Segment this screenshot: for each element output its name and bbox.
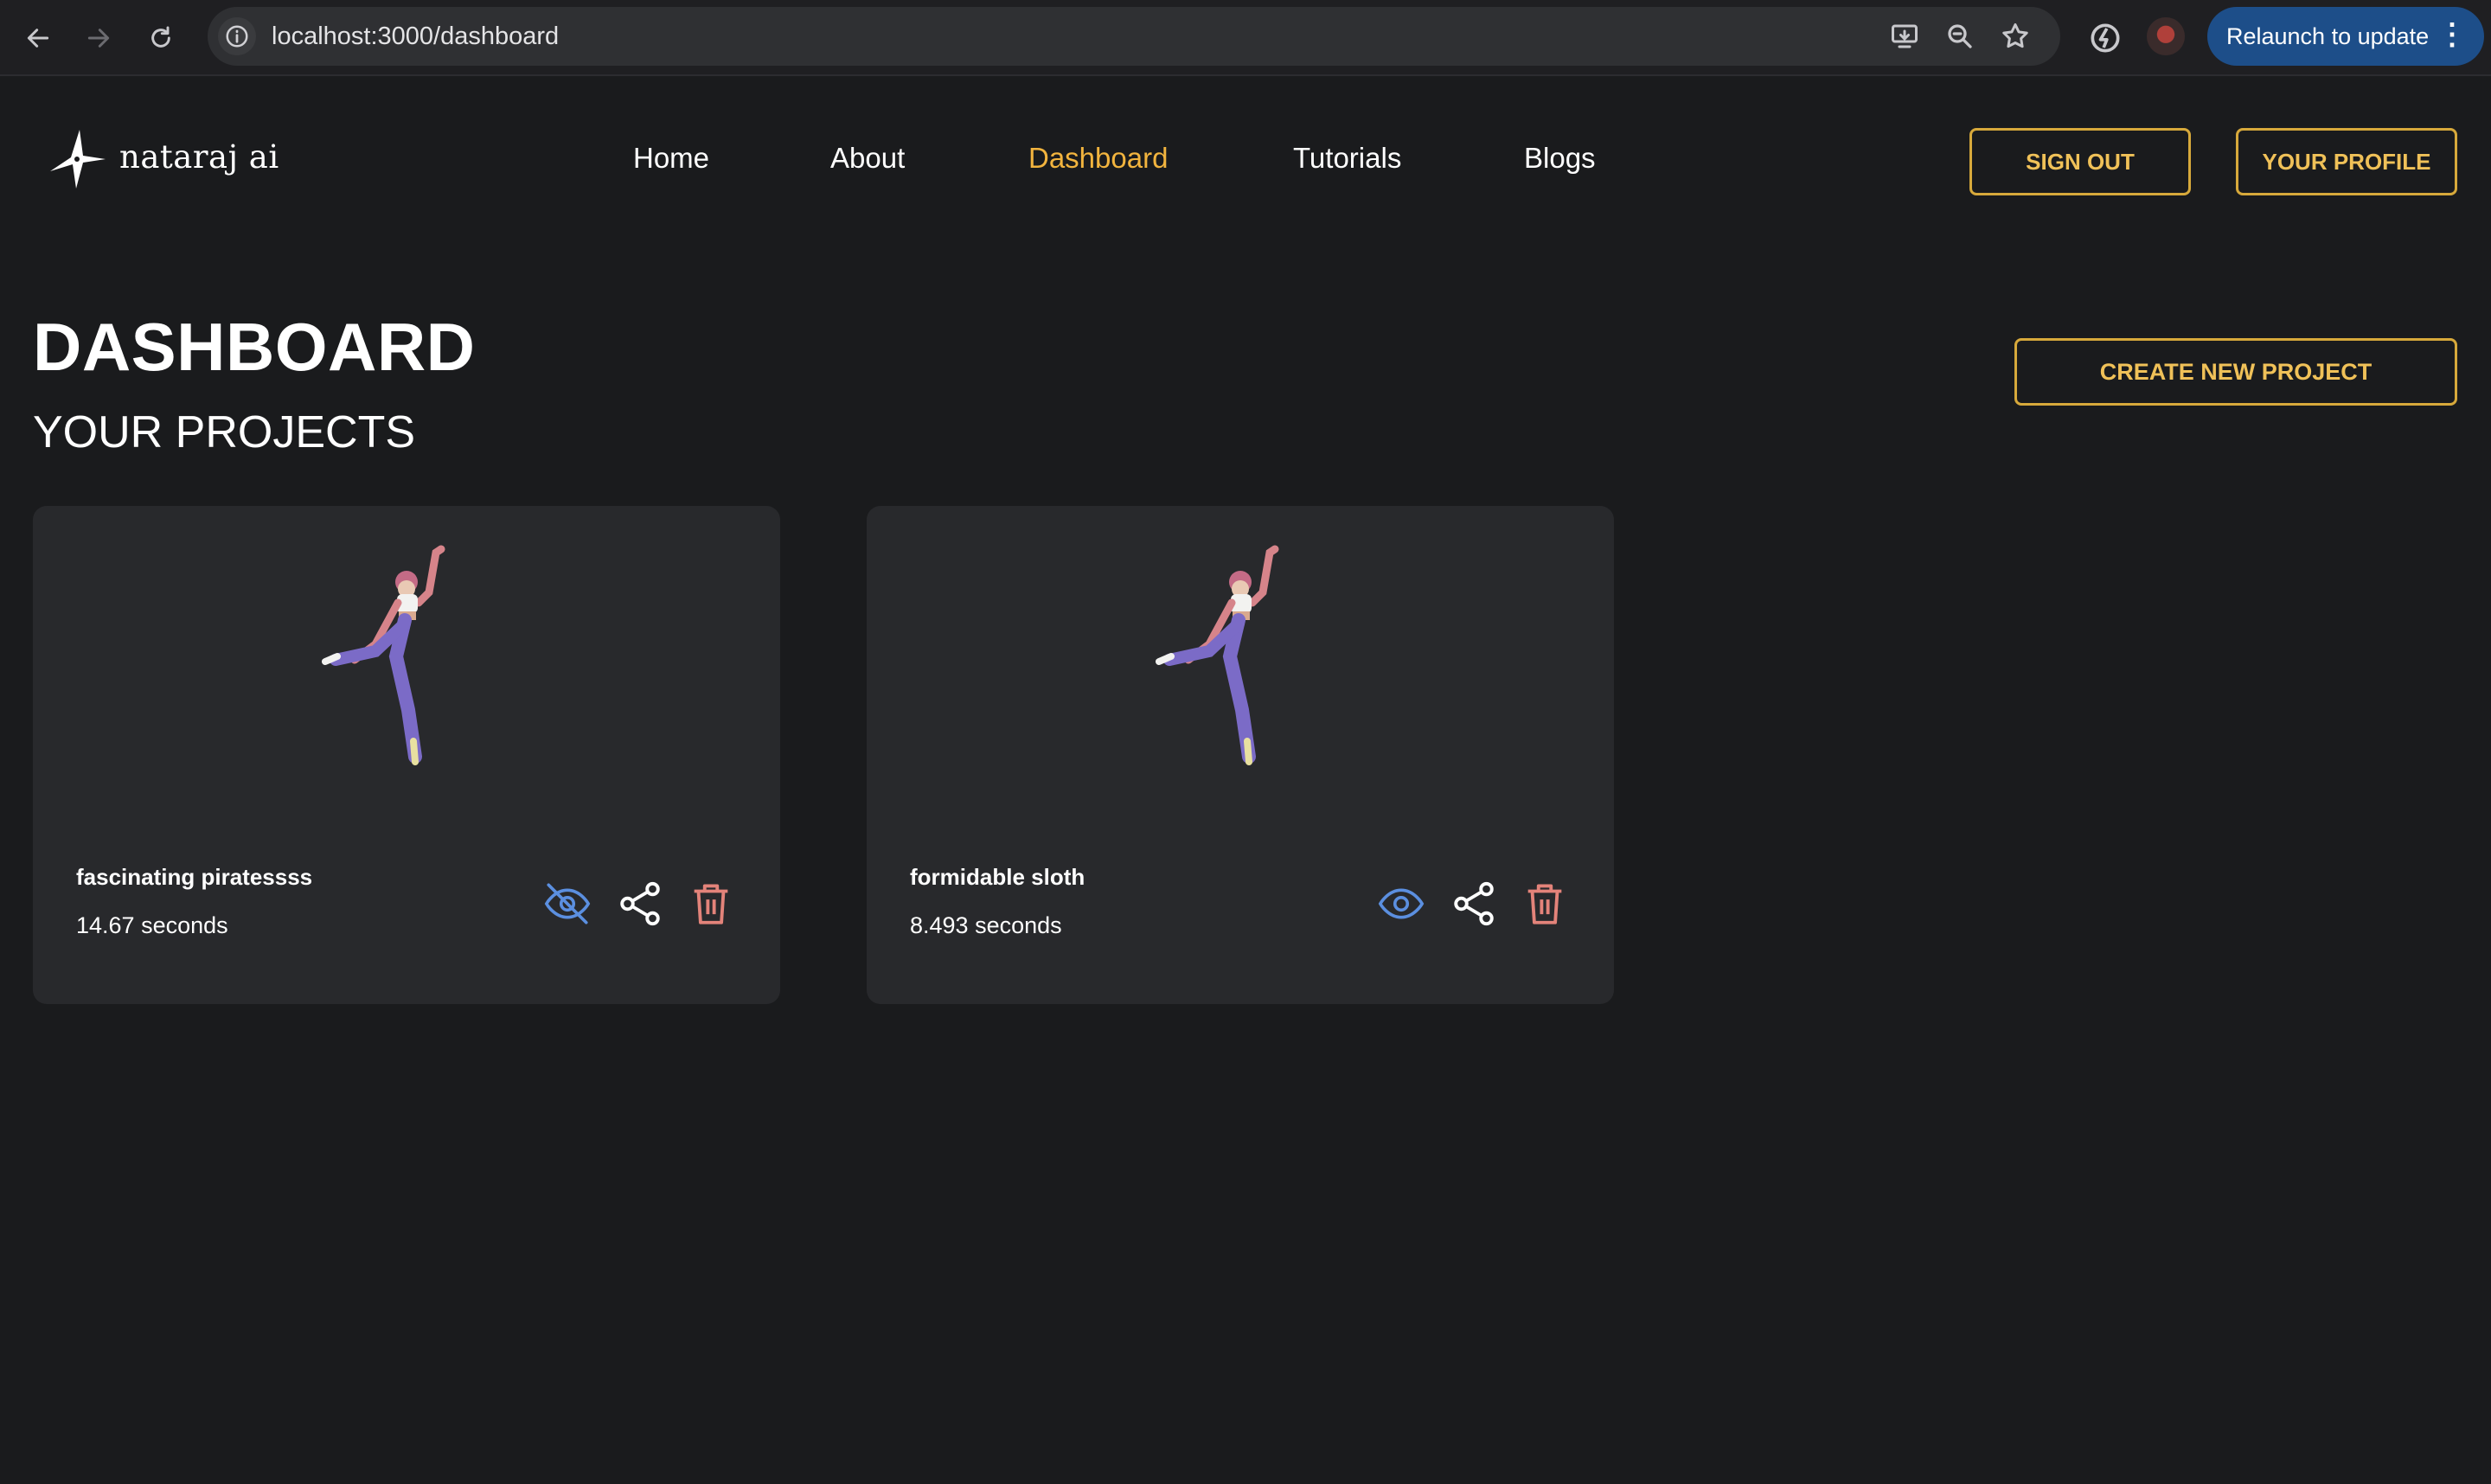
project-name: fascinating piratessss bbox=[76, 864, 313, 890]
your-profile-button[interactable]: YOUR PROFILE bbox=[2236, 128, 2457, 195]
relaunch-button[interactable]: Relaunch to update ⋮ bbox=[2207, 7, 2484, 66]
project-duration: 14.67 seconds bbox=[76, 912, 228, 938]
project-name: formidable sloth bbox=[910, 864, 1085, 890]
trash-icon bbox=[1527, 884, 1562, 924]
page-title: DASHBOARD bbox=[33, 309, 476, 385]
project-card[interactable]: fascinating piratessss 14.67 seconds bbox=[33, 506, 780, 1004]
eye-icon bbox=[1378, 888, 1425, 919]
share-button[interactable] bbox=[612, 876, 668, 931]
toggle-visibility-button[interactable] bbox=[540, 876, 595, 931]
site-info-icon[interactable] bbox=[218, 17, 256, 55]
project-duration: 8.493 seconds bbox=[910, 912, 1062, 938]
eye-off-icon bbox=[544, 883, 591, 924]
create-new-project-button[interactable]: CREATE NEW PROJECT bbox=[2014, 338, 2457, 406]
nav-blogs[interactable]: Blogs bbox=[1524, 142, 1596, 175]
section-title: YOUR PROJECTS bbox=[33, 407, 416, 457]
nav-dashboard[interactable]: Dashboard bbox=[1028, 142, 1168, 175]
zoom-icon[interactable] bbox=[1944, 21, 1976, 52]
share-button[interactable] bbox=[1446, 876, 1502, 931]
share-icon bbox=[620, 881, 660, 926]
forward-button[interactable] bbox=[80, 19, 118, 57]
brand-name[interactable]: nataraj ai bbox=[119, 138, 279, 176]
nav-about[interactable]: About bbox=[830, 142, 905, 175]
dancer-thumbnail bbox=[1156, 545, 1279, 765]
url-text[interactable]: localhost:3000/dashboard bbox=[272, 7, 559, 66]
toggle-visibility-button[interactable] bbox=[1374, 876, 1429, 931]
dancer-thumbnail bbox=[322, 545, 445, 765]
more-menu-icon[interactable]: ⋮ bbox=[2437, 7, 2467, 62]
back-arrow-icon bbox=[27, 29, 49, 48]
address-bar[interactable]: localhost:3000/dashboard bbox=[208, 7, 2060, 66]
reload-icon bbox=[151, 26, 170, 48]
forward-arrow-icon bbox=[87, 29, 110, 48]
reload-button[interactable] bbox=[142, 19, 180, 57]
browser-toolbar: localhost:3000/dashboard Relaunch to upd… bbox=[0, 0, 2491, 76]
bookmark-star-icon[interactable] bbox=[2000, 21, 2031, 52]
delete-button[interactable] bbox=[683, 876, 739, 931]
delete-button[interactable] bbox=[1517, 876, 1572, 931]
relaunch-label: Relaunch to update bbox=[2226, 23, 2430, 49]
back-button[interactable] bbox=[19, 19, 57, 57]
sign-out-button[interactable]: SIGN OUT bbox=[1969, 128, 2191, 195]
nataraj-logo-icon[interactable] bbox=[45, 126, 107, 192]
project-card[interactable]: formidable sloth 8.493 seconds bbox=[867, 506, 1614, 1004]
trash-icon bbox=[694, 884, 728, 924]
extension-icon[interactable] bbox=[2086, 19, 2124, 57]
nav-home[interactable]: Home bbox=[633, 142, 709, 175]
share-icon bbox=[1454, 881, 1494, 926]
install-app-icon[interactable] bbox=[1889, 21, 1920, 52]
nav-tutorials[interactable]: Tutorials bbox=[1293, 142, 1401, 175]
profile-avatar[interactable] bbox=[2147, 17, 2185, 55]
